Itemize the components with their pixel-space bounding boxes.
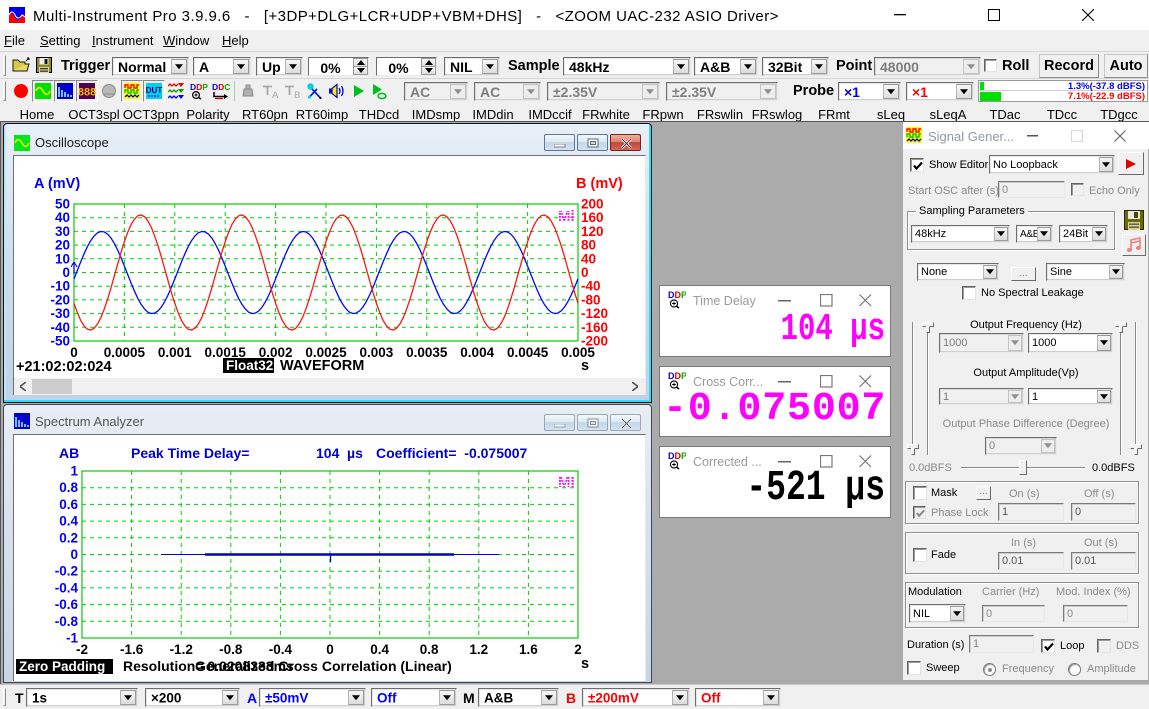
svg-text:104: 104 <box>316 445 340 461</box>
svg-text:-1.6: -1.6 <box>120 642 144 657</box>
svg-text:0.8: 0.8 <box>420 642 439 657</box>
svg-text:B: B <box>294 90 300 100</box>
svg-text:DDP: DDP <box>190 83 208 92</box>
svg-text:-50: -50 <box>50 334 70 349</box>
svg-text:0.6: 0.6 <box>59 497 78 512</box>
svg-text:-0.4: -0.4 <box>55 580 79 595</box>
svg-text:DDP: DDP <box>668 451 686 461</box>
svg-text:Peak Time Delay=: Peak Time Delay= <box>131 445 249 461</box>
svg-text:DUT: DUT <box>146 86 162 95</box>
svg-text:Coefficient= -0.075007: Coefficient= -0.075007 <box>376 445 528 461</box>
svg-text:DDC: DDC <box>212 83 230 92</box>
svg-text:-0.6: -0.6 <box>55 597 79 612</box>
svg-text:A: A <box>272 90 279 100</box>
svg-text:-0.8: -0.8 <box>55 614 79 629</box>
svg-text:0.001: 0.001 <box>158 345 192 360</box>
svg-text:0: 0 <box>326 642 334 657</box>
svg-text:0.4: 0.4 <box>370 642 389 657</box>
svg-text:-0.2: -0.2 <box>55 564 78 579</box>
svg-text:-1.2: -1.2 <box>170 642 193 657</box>
svg-text:0.8: 0.8 <box>59 480 78 495</box>
svg-text:s: s <box>581 656 589 672</box>
svg-text:s: s <box>581 358 589 374</box>
svg-text:B (mV): B (mV) <box>576 176 623 192</box>
svg-text:0.4: 0.4 <box>59 514 78 529</box>
svg-text:0: 0 <box>70 345 78 360</box>
svg-text:0.005: 0.005 <box>561 345 595 360</box>
svg-text:1.6: 1.6 <box>519 642 538 657</box>
svg-text:DDP: DDP <box>668 290 686 300</box>
svg-text:MI: MI <box>558 474 575 491</box>
svg-text:0.004: 0.004 <box>460 345 494 360</box>
svg-text:888: 888 <box>79 87 96 99</box>
svg-text:0: 0 <box>70 547 78 562</box>
svg-text:WAVEFORM: WAVEFORM <box>280 358 364 374</box>
svg-text:Zero Padding: Zero Padding <box>19 659 105 674</box>
svg-text:A (mV): A (mV) <box>34 176 80 192</box>
svg-text:0.2: 0.2 <box>59 530 78 545</box>
svg-text:-0.4: -0.4 <box>269 642 293 657</box>
svg-text:Generalized Cross Correlation: Generalized Cross Correlation (Linear) <box>195 658 452 674</box>
svg-text:0.0035: 0.0035 <box>406 345 448 360</box>
svg-text:+21:02:02:024: +21:02:02:024 <box>16 359 112 375</box>
svg-text:Float32: Float32 <box>226 358 273 373</box>
svg-text:2: 2 <box>574 642 582 657</box>
svg-text:µs: µs <box>347 445 363 461</box>
svg-text:1.2: 1.2 <box>469 642 488 657</box>
svg-text:1: 1 <box>70 464 78 479</box>
svg-text:AB: AB <box>59 445 79 461</box>
svg-text:Mi: Mi <box>558 208 575 225</box>
svg-text:-2: -2 <box>76 642 88 657</box>
svg-text:0.003: 0.003 <box>360 345 394 360</box>
svg-text:0.0005: 0.0005 <box>104 345 146 360</box>
svg-text:DDP: DDP <box>668 371 686 381</box>
svg-text:0.0045: 0.0045 <box>507 345 549 360</box>
svg-text:-0.8: -0.8 <box>219 642 243 657</box>
